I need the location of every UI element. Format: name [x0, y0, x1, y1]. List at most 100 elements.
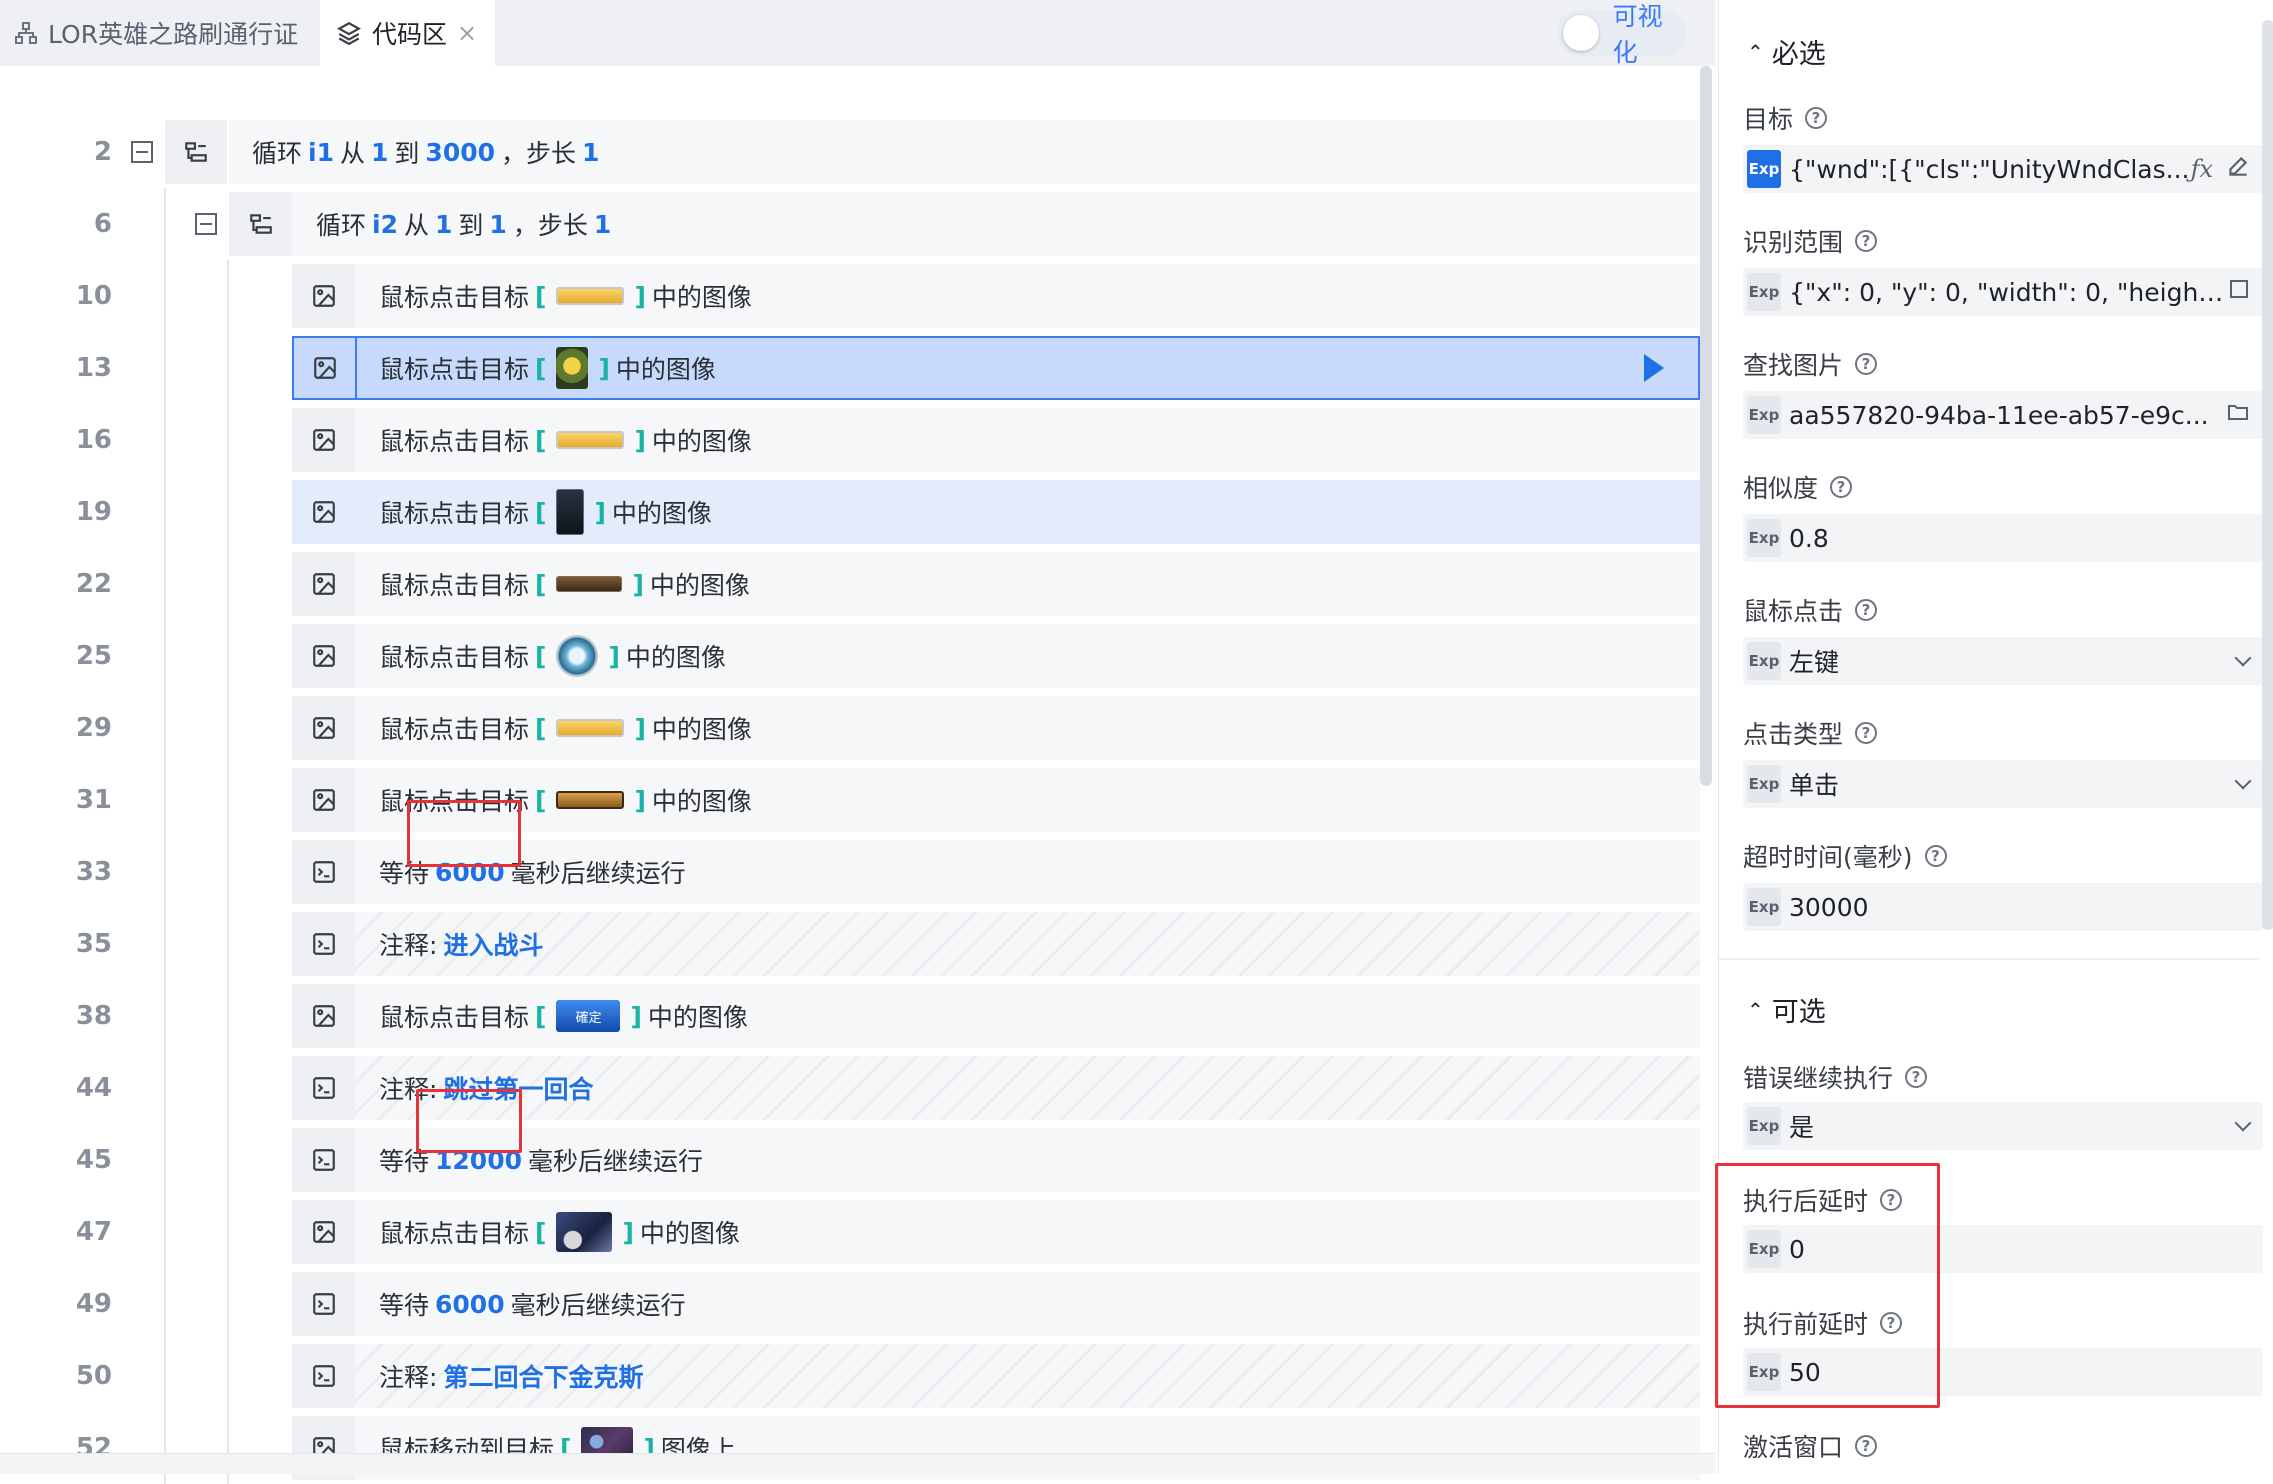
row-body[interactable]: 鼠标点击目标 [ ] 中的图像	[355, 552, 1700, 616]
code-row[interactable]: 19 鼠标点击目标 [ ] 中的图像	[0, 476, 1700, 548]
help-icon[interactable]: ?	[1830, 476, 1853, 498]
click-type-select[interactable]: Exp 单击	[1743, 760, 2263, 808]
exp-badge[interactable]: Exp	[1747, 150, 1781, 188]
similarity-field[interactable]: Exp 0.8	[1743, 514, 2263, 562]
loop-step[interactable]: 1	[582, 138, 599, 167]
exp-badge[interactable]: Exp	[1747, 888, 1781, 926]
target-image-thumbnail[interactable]	[556, 719, 625, 737]
collapse-icon[interactable]	[195, 213, 217, 235]
row-body[interactable]: 等待 6000 毫秒后继续运行	[355, 1272, 1700, 1336]
wait-ms-value[interactable]: 6000	[435, 1290, 505, 1319]
row-body[interactable]: 鼠标点击目标 [ 確定 ] 中的图像	[355, 984, 1700, 1048]
target-image-thumbnail[interactable]	[556, 347, 589, 389]
target-image-thumbnail[interactable]	[556, 431, 625, 449]
loop-var[interactable]: i2	[372, 210, 398, 239]
chevron-down-icon[interactable]	[2234, 649, 2252, 667]
row-body[interactable]: 循环 i1 从 1 到 3000 ，步长 1	[228, 120, 1700, 184]
comment-text[interactable]: 进入战斗	[443, 926, 543, 962]
loop-var[interactable]: i1	[308, 138, 334, 167]
code-row-comment[interactable]: 44 注释: 跳过第一回合	[0, 1052, 1700, 1124]
fx-icon[interactable]: ƒx	[2191, 155, 2213, 183]
comment-text[interactable]: 第二回合下金克斯	[443, 1358, 643, 1394]
help-icon[interactable]: ?	[1805, 107, 1828, 129]
exp-badge[interactable]: Exp	[1747, 519, 1781, 557]
code-row[interactable]: 2 循环 i1 从 1 到 3000 ，步长 1	[0, 116, 1700, 188]
row-body[interactable]: 鼠标点击目标 [ ] 中的图像	[355, 336, 1700, 400]
code-row[interactable]: 25 鼠标点击目标 [ ] 中的图像	[0, 620, 1700, 692]
select-region-icon[interactable]	[2227, 277, 2251, 307]
help-icon[interactable]: ?	[1855, 230, 1878, 252]
click-type-value[interactable]: 单击	[1789, 766, 2237, 802]
row-body[interactable]: 注释: 第二回合下金克斯	[355, 1344, 1700, 1408]
help-icon[interactable]: ?	[1924, 845, 1947, 867]
row-body[interactable]: 鼠标点击目标 [ ] 中的图像	[355, 1200, 1700, 1264]
tab-flow[interactable]: LOR英雄之路刷通行证	[14, 0, 298, 66]
help-icon[interactable]: ?	[1855, 1435, 1878, 1457]
row-body[interactable]: 等待 6000 毫秒后继续运行	[355, 840, 1700, 904]
edit-icon[interactable]	[2225, 153, 2251, 185]
mouse-button-select[interactable]: Exp 左键	[1743, 637, 2263, 685]
loop-from[interactable]: 1	[435, 210, 452, 239]
chevron-down-icon[interactable]	[2234, 1114, 2252, 1132]
section-required[interactable]: ⌃ 必选	[1747, 32, 1826, 71]
target-value[interactable]: {"wnd":[{"cls":"UnityWndClas...	[1789, 155, 2191, 184]
similarity-value[interactable]: 0.8	[1789, 524, 2263, 553]
target-image-thumbnail[interactable]	[556, 1212, 613, 1252]
row-body[interactable]: 鼠标点击目标 [ ] 中的图像	[355, 480, 1700, 544]
collapse-icon[interactable]	[131, 141, 153, 163]
target-image-thumbnail[interactable]	[556, 287, 625, 305]
mouse-button-value[interactable]: 左键	[1789, 643, 2237, 679]
code-row[interactable]: 6 循环 i2 从 1 到 1 ，步长 1	[0, 188, 1700, 260]
chevron-down-icon[interactable]	[2234, 772, 2252, 790]
help-icon[interactable]: ?	[1855, 599, 1878, 621]
help-icon[interactable]: ?	[1855, 722, 1878, 744]
loop-step[interactable]: 1	[594, 210, 611, 239]
help-icon[interactable]: ?	[1855, 353, 1878, 375]
exp-badge[interactable]: Exp	[1747, 765, 1781, 803]
target-image-thumbnail[interactable]	[556, 635, 599, 677]
loop-to[interactable]: 1	[489, 210, 506, 239]
target-image-thumbnail[interactable]	[556, 576, 623, 592]
panel-scrollbar[interactable]	[2262, 20, 2273, 930]
code-row[interactable]: 31 鼠标点击目标 [ ] 中的图像	[0, 764, 1700, 836]
range-field[interactable]: Exp {"x": 0, "y": 0, "width": 0, "height…	[1743, 268, 2263, 316]
exp-badge[interactable]: Exp	[1747, 396, 1781, 434]
run-icon[interactable]	[1644, 354, 1664, 382]
row-body[interactable]: 鼠标点击目标 [ ] 中的图像	[355, 768, 1700, 832]
code-vertical-scrollbar[interactable]	[1700, 66, 1712, 786]
code-row[interactable]: 47 鼠标点击目标 [ ] 中的图像	[0, 1196, 1700, 1268]
code-row[interactable]: 45 等待 12000 毫秒后继续运行	[0, 1124, 1700, 1196]
target-image-thumbnail[interactable]	[556, 489, 585, 535]
target-image-thumbnail[interactable]	[556, 791, 625, 809]
range-value[interactable]: {"x": 0, "y": 0, "width": 0, "height...	[1789, 278, 2227, 307]
row-body[interactable]: 鼠标点击目标 [ ] 中的图像	[355, 624, 1700, 688]
row-body[interactable]: 鼠标点击目标 [ ] 中的图像	[355, 408, 1700, 472]
target-field[interactable]: Exp {"wnd":[{"cls":"UnityWndClas... ƒx	[1743, 145, 2263, 193]
timeout-value[interactable]: 30000	[1789, 893, 2263, 922]
image-field[interactable]: Exp aa557820-94ba-11ee-ab57-e9c...	[1743, 391, 2263, 439]
code-row-comment[interactable]: 35 注释: 进入战斗	[0, 908, 1700, 980]
code-row[interactable]: 10 鼠标点击目标 [ ] 中的图像	[0, 260, 1700, 332]
code-row-selected[interactable]: 13 鼠标点击目标 [ ] 中的图像	[0, 332, 1700, 404]
row-body[interactable]: 注释: 进入战斗	[355, 912, 1700, 976]
timeout-field[interactable]: Exp 30000	[1743, 883, 2263, 931]
target-image-thumbnail[interactable]: 確定	[556, 1000, 621, 1032]
close-icon[interactable]: ×	[457, 19, 477, 47]
code-row-comment[interactable]: 50 注释: 第二回合下金克斯	[0, 1340, 1700, 1412]
continue-on-error-select[interactable]: Exp 是	[1743, 1102, 2263, 1150]
code-row[interactable]: 16 鼠标点击目标 [ ] 中的图像	[0, 404, 1700, 476]
row-body[interactable]: 注释: 跳过第一回合	[355, 1056, 1700, 1120]
exp-badge[interactable]: Exp	[1747, 273, 1781, 311]
code-row[interactable]: 22 鼠标点击目标 [ ] 中的图像	[0, 548, 1700, 620]
help-icon[interactable]: ?	[1905, 1066, 1928, 1088]
row-body[interactable]: 等待 12000 毫秒后继续运行	[355, 1128, 1700, 1192]
code-horizontal-scrollbar[interactable]	[0, 1453, 1715, 1474]
loop-to[interactable]: 3000	[425, 138, 495, 167]
code-row[interactable]: 29 鼠标点击目标 [ ] 中的图像	[0, 692, 1700, 764]
code-row[interactable]: 38 鼠标点击目标 [ 確定 ] 中的图像	[0, 980, 1700, 1052]
visualize-toggle[interactable]: 可视化	[1557, 2, 1687, 67]
section-optional[interactable]: ⌃ 可选	[1747, 990, 1826, 1029]
row-body[interactable]: 鼠标点击目标 [ ] 中的图像	[355, 264, 1700, 328]
loop-from[interactable]: 1	[371, 138, 388, 167]
code-row[interactable]: 49 等待 6000 毫秒后继续运行	[0, 1268, 1700, 1340]
